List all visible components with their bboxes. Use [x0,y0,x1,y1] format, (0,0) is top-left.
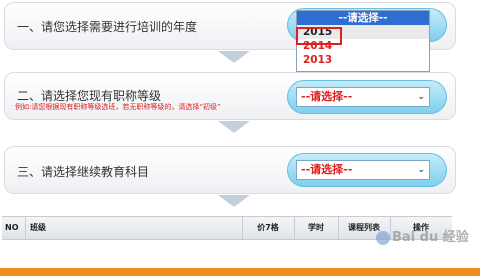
level-select[interactable]: --请选择-- ⌄ [296,87,430,107]
step-arrow [218,195,250,207]
subject-select[interactable]: --请选择-- ⌄ [296,160,430,180]
highlight-box [296,27,342,45]
th-hours: 学时 [294,217,339,239]
paw-icon [376,230,390,245]
th-price: 价7格 [242,217,295,239]
step-subject-title: 三、请选择继续教育科目 [17,165,150,179]
th-no: NO [2,217,26,239]
th-class: 班级 [26,217,243,239]
year-option-placeholder[interactable]: --请选择-- [297,11,429,25]
step-arrow [218,51,250,63]
chevron-down-icon: ⌄ [417,92,425,102]
watermark-text: Bai du 经验 [392,230,469,245]
baidu-watermark: Bai du 经验 [374,226,469,245]
step-level-note: 例如:请您根据现有职称等级选班，若无职称等级的，请选择“初级” [15,103,221,111]
subject-select-value: --请选择-- [301,163,353,176]
level-select-value: --请选择-- [301,90,353,103]
footer-bar [0,268,480,276]
chevron-down-icon: ⌄ [417,165,425,175]
step-year-title: 一、请您选择需要进行培训的年度 [17,20,198,34]
step-arrow [218,121,250,133]
year-option-2013[interactable]: 2013 [297,53,429,67]
